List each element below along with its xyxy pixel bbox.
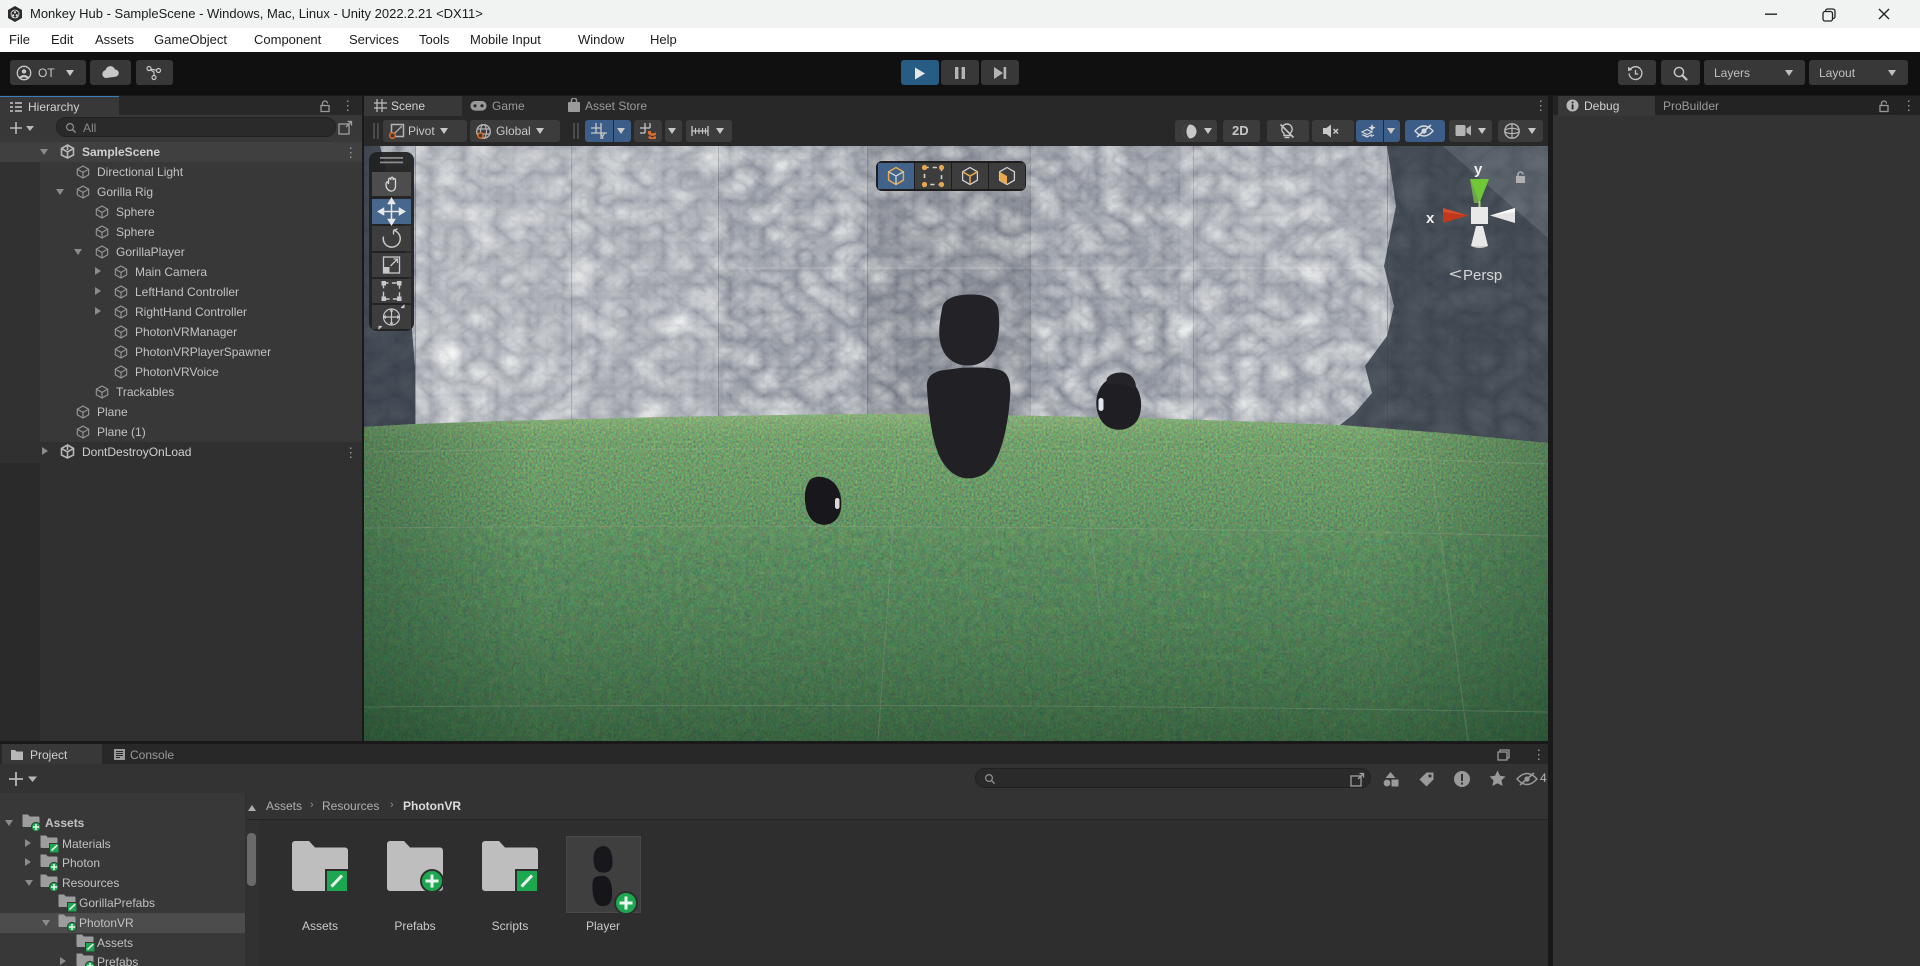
svg-text:x: x bbox=[1426, 210, 1435, 227]
svg-text:Y: Y bbox=[600, 132, 606, 139]
svg-text:Persp: Persp bbox=[1463, 267, 1502, 284]
svg-text:y: y bbox=[1474, 161, 1483, 178]
